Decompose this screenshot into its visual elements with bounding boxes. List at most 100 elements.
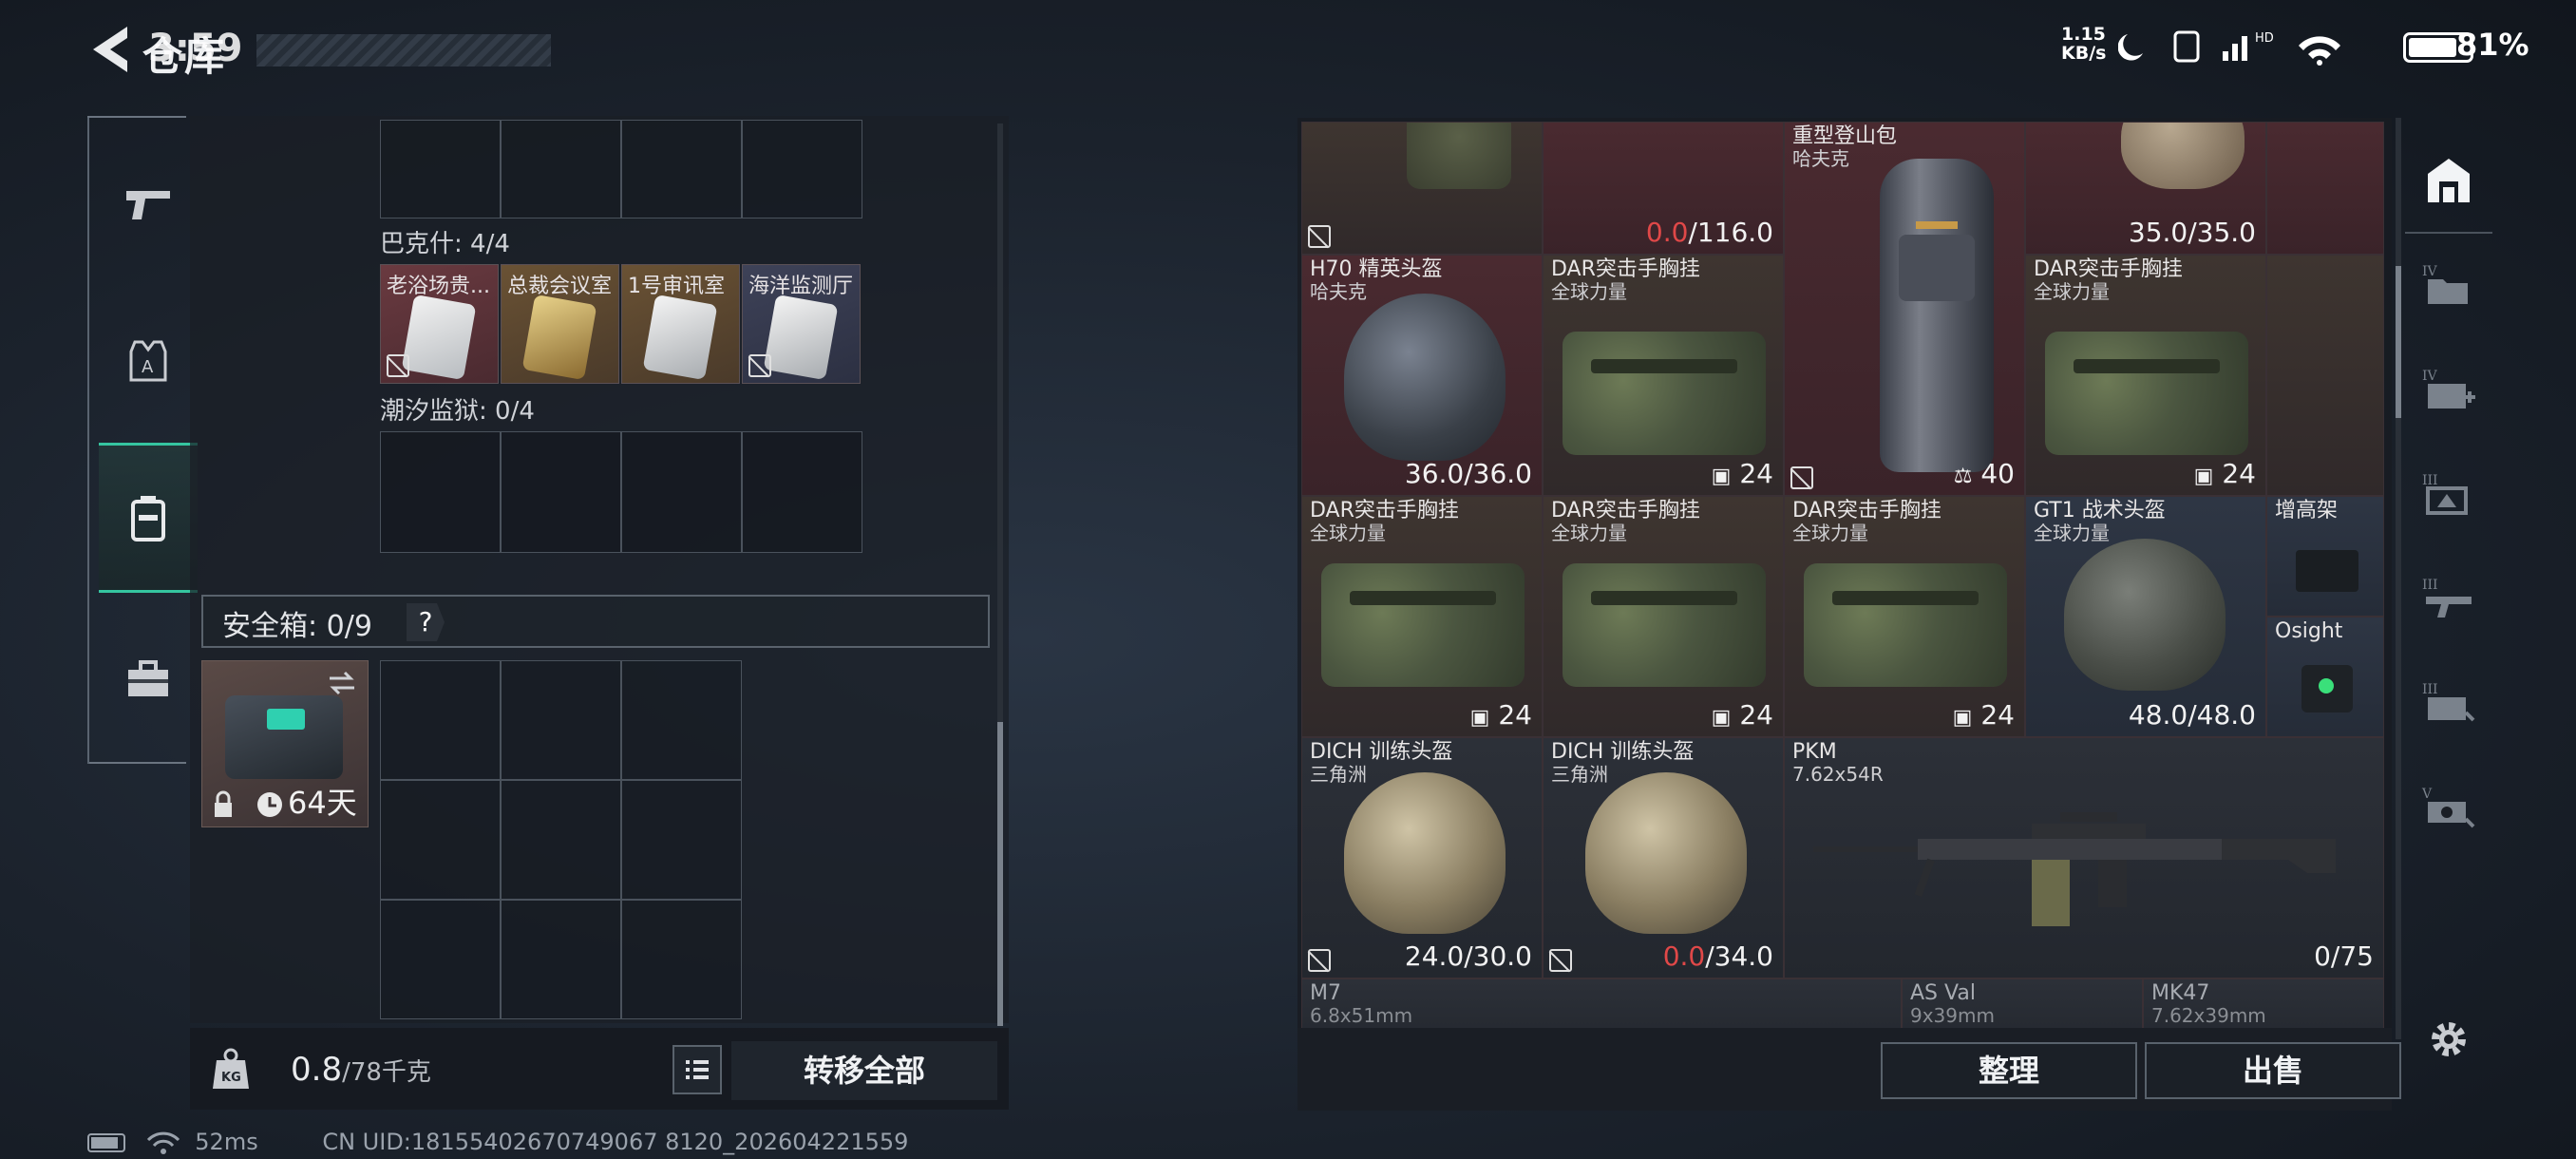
safe-box-help-button[interactable]: ? — [407, 603, 445, 641]
storage-icon — [2428, 159, 2470, 202]
nav-armor[interactable]: A — [99, 290, 198, 432]
keycard-icon — [763, 294, 839, 381]
title-decoration — [256, 34, 551, 66]
inventory-item[interactable]: 0.0/116.0 — [1543, 122, 1784, 255]
rail-border — [87, 118, 89, 764]
gun-iii-b-icon: III — [2422, 682, 2475, 722]
inventory-item[interactable]: H70 精英头盔 哈夫克 36.0/36.0 — [1301, 255, 1543, 496]
inventory-item[interactable]: AS Val 9x39mm — [1902, 978, 2143, 1034]
no-pickup-icon — [387, 354, 409, 377]
machine-gun-image — [1813, 812, 2336, 926]
helmet-image — [2064, 539, 2226, 691]
chest-rig-image — [2045, 332, 2248, 455]
key-card[interactable]: 总裁会议室 — [501, 264, 619, 384]
svg-text:A: A — [142, 357, 154, 377]
tide-prison-key-grid — [380, 431, 862, 553]
uid-text: CN UID:18155402670749067 8120_2026042215… — [322, 1129, 909, 1155]
rail-storage[interactable] — [2405, 127, 2492, 234]
backpack-icon — [131, 496, 165, 542]
sight-image — [2301, 665, 2353, 712]
chest-rig-image — [1563, 563, 1766, 687]
chest-rig-image — [1804, 563, 2007, 687]
safe-box-item[interactable]: 64天 — [201, 660, 369, 827]
inventory-item[interactable]: DAR突击手胸挂 全球力量 ▣ 24 — [1301, 496, 1543, 737]
inventory-item[interactable]: DAR突击手胸挂 全球力量 ▣ 24 — [1784, 496, 2025, 737]
rail-category-iii-b[interactable]: III — [2405, 545, 2492, 650]
inventory-item[interactable]: 重型登山包 哈夫克 ⚖ 40 — [1784, 122, 2025, 496]
key-card[interactable]: 海洋监测厅 — [742, 264, 861, 384]
inventory-item[interactable] — [1301, 122, 1543, 255]
gun-iii-icon: III — [2422, 578, 2472, 618]
right-scrollbar-track[interactable] — [2396, 118, 2401, 1039]
rail-category-iv-a[interactable]: IV — [2405, 232, 2492, 336]
nav-weapons[interactable] — [99, 133, 198, 276]
device-battery-icon — [87, 1133, 125, 1152]
inventory-item[interactable]: DAR突击手胸挂 全球力量 ▣ 24 — [1543, 496, 1784, 737]
footer-info: 52ms CN UID:18155402670749067 8120_20260… — [87, 1129, 908, 1155]
back-button[interactable] — [85, 23, 142, 80]
rail-category-iv-b[interactable]: IV — [2405, 336, 2492, 441]
storage-category-rail: IV IV III III III V — [2405, 118, 2492, 1111]
sort-button[interactable]: 整理 — [1881, 1042, 2137, 1099]
inventory-item[interactable]: 增高架 — [2266, 496, 2384, 617]
clock-icon — [257, 792, 282, 817]
rail-category-v[interactable]: V — [2405, 754, 2492, 859]
inventory-item[interactable]: M7 6.8x51mm — [1301, 978, 1902, 1034]
top-key-grid — [380, 120, 862, 218]
svg-text:III: III — [2422, 473, 2438, 488]
svg-text:HD: HD — [2255, 31, 2274, 46]
inventory-item[interactable]: Osight — [2266, 617, 2384, 737]
svg-text:IV: IV — [2422, 369, 2438, 384]
armor-small-icon: ▣ — [1469, 706, 1490, 730]
safe-box-grid — [380, 660, 742, 1019]
armor-small-icon: ▣ — [1711, 706, 1732, 730]
list-icon — [686, 1060, 709, 1079]
sell-button[interactable]: 出售 — [2145, 1042, 2401, 1099]
lock-icon — [215, 790, 232, 817]
armor-small-icon: ▣ — [1952, 706, 1973, 730]
rail-divider-bottom — [87, 762, 186, 764]
inventory-item[interactable]: DAR突击手胸挂 全球力量 ▣ 24 — [2025, 255, 2266, 496]
left-scrollbar-thumb[interactable] — [997, 722, 1003, 1026]
inventory-item[interactable]: MK47 7.62x39mm — [2143, 978, 2384, 1034]
tide-prison-key-label: 潮汐监狱: 0/4 — [380, 397, 535, 426]
inventory-item[interactable]: GT1 战术头盔 全球力量 48.0/48.0 — [2025, 496, 2266, 737]
no-pickup-icon — [1549, 949, 1572, 972]
chest-rig-image — [1563, 332, 1766, 455]
status-clock: 3:59 — [148, 27, 243, 70]
inventory-item[interactable]: 35.0/35.0 — [2025, 122, 2266, 255]
back-arrow-icon — [93, 27, 127, 72]
inventory-item[interactable]: DAR突击手胸挂 全球力量 ▣ 24 — [1543, 255, 1784, 496]
inventory-item[interactable]: PKM 7.62x54R 0/75 — [1784, 737, 2384, 978]
wifi-icon — [146, 1131, 180, 1154]
nav-backpack[interactable] — [99, 443, 198, 593]
gear-icon — [2432, 1022, 2466, 1056]
transfer-all-button[interactable]: 转移全部 — [731, 1041, 997, 1100]
nav-toolbox[interactable] — [99, 608, 198, 750]
svg-text:KG: KG — [221, 1071, 241, 1085]
bakshi-key-label: 巴克什: 4/4 — [380, 230, 510, 258]
rail-divider-top — [87, 116, 186, 118]
inventory-item[interactable]: DICH 训练头盔 三角洲 24.0/30.0 — [1301, 737, 1543, 978]
gun-icon — [126, 191, 170, 219]
vehicle-v-icon: V — [2421, 787, 2475, 828]
inventory-item[interactable]: DICH 训练头盔 三角洲 0.0/34.0 — [1543, 737, 1784, 978]
riser-mount-image — [2296, 550, 2358, 592]
keycard-icon — [642, 294, 718, 381]
no-pickup-icon — [1308, 949, 1331, 972]
no-pickup-icon — [748, 354, 771, 377]
right-scrollbar-thumb[interactable] — [2396, 266, 2401, 418]
key-card[interactable]: 老浴场贵... — [380, 264, 499, 384]
armor-small-icon: ▣ — [1711, 465, 1732, 488]
rail-category-iii-c[interactable]: III — [2405, 650, 2492, 754]
weight-value: 0.8/78千克 — [291, 1051, 431, 1089]
toolbox-icon — [128, 660, 168, 696]
rail-category-iii-a[interactable]: III — [2405, 441, 2492, 545]
list-view-button[interactable] — [672, 1045, 722, 1094]
svg-text:V: V — [2421, 787, 2433, 802]
svg-text:III: III — [2422, 682, 2438, 697]
swap-icon[interactable] — [326, 669, 358, 697]
safe-case-icon — [225, 695, 343, 779]
key-card[interactable]: 1号审讯室 — [621, 264, 740, 384]
settings-button[interactable] — [2405, 1001, 2492, 1077]
